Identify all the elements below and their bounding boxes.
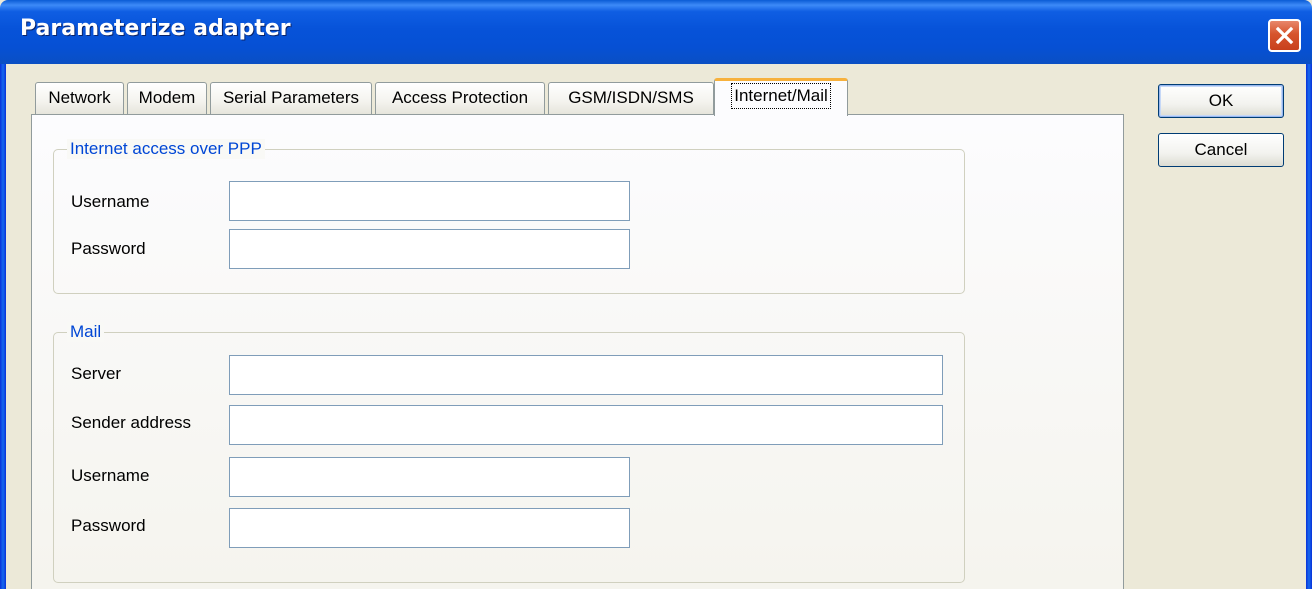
window-title: Parameterize adapter (20, 16, 291, 41)
tab-label: GSM/ISDN/SMS (568, 88, 694, 107)
cancel-button[interactable]: Cancel (1158, 133, 1284, 167)
tab-modem[interactable]: Modem (127, 82, 207, 114)
tab-gsm-isdn-sms[interactable]: GSM/ISDN/SMS (548, 82, 714, 114)
mail-username-input[interactable] (229, 457, 630, 497)
title-bar[interactable]: Parameterize adapter (0, 0, 1312, 64)
mail-password-input[interactable] (229, 508, 630, 548)
ppp-password-input[interactable] (229, 229, 630, 269)
mail-server-label: Server (71, 364, 122, 383)
tab-label: Access Protection (391, 88, 529, 107)
tab-network[interactable]: Network (35, 82, 124, 114)
tab-label: Internet/Mail (731, 83, 831, 109)
tab-label: Modem (138, 88, 196, 107)
tab-panel-internet-mail: Internet access over PPP Username Passwo… (31, 114, 1124, 589)
window-border-right (1306, 64, 1312, 589)
ok-button[interactable]: OK (1158, 84, 1284, 118)
tab-access-protection[interactable]: Access Protection (375, 82, 545, 114)
close-icon (1275, 26, 1294, 45)
mail-username-label: Username (71, 466, 150, 485)
ppp-username-input[interactable] (229, 181, 630, 221)
mail-sender-address-label: Sender address (71, 413, 192, 432)
mail-group-title: Mail (67, 322, 105, 342)
close-button[interactable] (1268, 19, 1301, 52)
mail-server-input[interactable] (229, 355, 943, 395)
ppp-groupbox (53, 149, 965, 294)
tab-internet-mail[interactable]: Internet/Mail (714, 78, 848, 116)
tab-label: Serial Parameters (222, 88, 360, 107)
tab-serial-parameters[interactable]: Serial Parameters (210, 82, 372, 114)
ppp-password-label: Password (71, 239, 146, 258)
ppp-username-label: Username (71, 192, 150, 211)
window-border-left (0, 64, 6, 589)
tab-label: Network (48, 88, 111, 107)
mail-password-label: Password (71, 516, 146, 535)
mail-sender-address-input[interactable] (229, 405, 943, 445)
dialog-window: Parameterize adapter Network Modem Seria… (0, 0, 1312, 589)
ppp-group-title: Internet access over PPP (67, 139, 265, 159)
